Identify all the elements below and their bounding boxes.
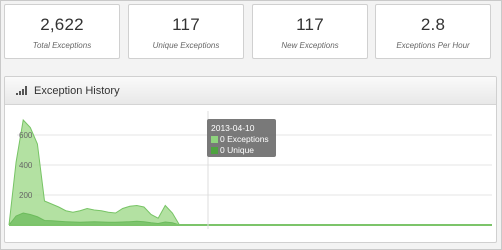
stat-label: Total Exceptions xyxy=(32,41,92,50)
stat-value: 2.8 xyxy=(420,15,446,34)
stat-card-exceptions-per-hour: 2.8 Exceptions Per Hour xyxy=(375,4,491,59)
tooltip-unique-label: 0 Unique xyxy=(220,145,255,155)
stat-label: Unique Exceptions xyxy=(152,41,220,50)
tooltip-exceptions-label: 0 Exceptions xyxy=(220,134,269,144)
stat-label: New Exceptions xyxy=(281,41,339,50)
exception-history-panel: Exception History 600 400 200 xyxy=(4,76,497,243)
tooltip-date: 2013-04-10 xyxy=(211,123,255,133)
stat-value: 117 xyxy=(296,15,324,34)
y-tick-label: 200 xyxy=(19,191,33,200)
legend-swatch-exceptions xyxy=(211,136,218,143)
stat-value: 117 xyxy=(172,15,200,34)
y-tick-label: 400 xyxy=(19,161,33,170)
y-tick-label: 600 xyxy=(19,131,33,140)
tooltip-row-exceptions: 0 Exceptions xyxy=(211,134,272,145)
stat-card-new-exceptions: 117 New Exceptions xyxy=(252,4,368,59)
stat-card-unique-exceptions: 117 Unique Exceptions xyxy=(128,4,244,59)
stat-value: 2,622 xyxy=(40,15,84,34)
legend-swatch-unique xyxy=(211,147,218,154)
stat-card-total-exceptions: 2,622 Total Exceptions xyxy=(4,4,120,59)
bar-chart-icon xyxy=(16,86,27,95)
chart-tooltip: 2013-04-10 0 Exceptions 0 Unique xyxy=(207,119,276,157)
panel-header: Exception History xyxy=(5,77,496,105)
tooltip-row-unique: 0 Unique xyxy=(211,145,272,156)
stat-label: Exceptions Per Hour xyxy=(396,41,470,50)
panel-title: Exception History xyxy=(34,85,120,97)
